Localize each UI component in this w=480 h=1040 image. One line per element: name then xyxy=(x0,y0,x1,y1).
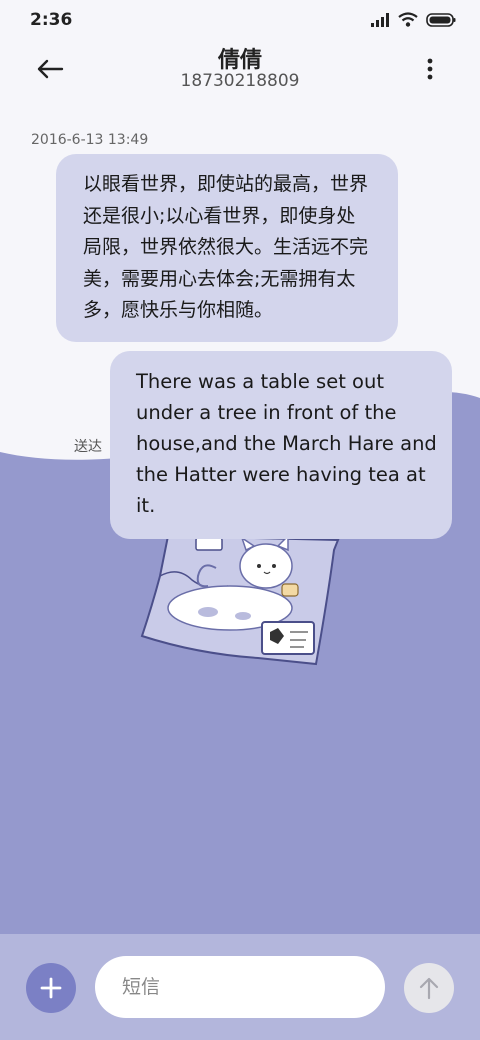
signal-icon xyxy=(371,12,389,27)
message-line: 局限，世界依然很大。生活远不完 xyxy=(83,236,369,258)
contact-name: 倩倩 xyxy=(217,48,262,73)
message-timestamp: 2016-6-13 13:49 xyxy=(31,132,149,148)
message-line: the Hatter were having tea at xyxy=(136,463,426,486)
message-input[interactable] xyxy=(95,956,385,1018)
message-line: it. xyxy=(136,494,156,517)
more-options-button[interactable] xyxy=(418,52,442,86)
message-line: 多，愿快乐与你相随。 xyxy=(83,299,274,321)
message-line: house,and the March Hare and xyxy=(136,432,437,455)
conversation-header: 倩倩 18730218809 xyxy=(0,40,480,104)
status-icons xyxy=(371,12,456,27)
outgoing-message-bubble[interactable]: There was a table set out under a tree i… xyxy=(110,351,452,539)
message-line: 以眼看世界，即使站的最高，世界 xyxy=(83,173,369,195)
add-attachment-button[interactable] xyxy=(26,963,76,1013)
message-line: There was a table set out xyxy=(136,370,384,393)
plus-icon xyxy=(40,977,62,999)
delivery-status: 送达 xyxy=(74,439,102,455)
arrow-up-icon xyxy=(419,977,439,1000)
status-time: 2:36 xyxy=(30,10,73,30)
message-line: under a tree in front of the xyxy=(136,401,397,424)
incoming-message-bubble[interactable]: 以眼看世界，即使站的最高，世界 还是很小;以心看世界，即使身处 局限，世界依然很… xyxy=(56,154,398,342)
composer-bar xyxy=(0,934,480,1040)
message-line: 美，需要用心去体会;无需拥有太 xyxy=(83,267,356,290)
wifi-icon xyxy=(398,12,418,27)
contact-number: 18730218809 xyxy=(180,71,300,91)
more-vertical-icon xyxy=(427,58,433,80)
send-button[interactable] xyxy=(404,963,454,1013)
cat-sticker-image xyxy=(140,536,340,666)
battery-icon xyxy=(426,12,456,27)
message-line: 还是很小;以心看世界，即使身处 xyxy=(83,204,356,227)
status-bar: 2:36 xyxy=(0,0,480,40)
